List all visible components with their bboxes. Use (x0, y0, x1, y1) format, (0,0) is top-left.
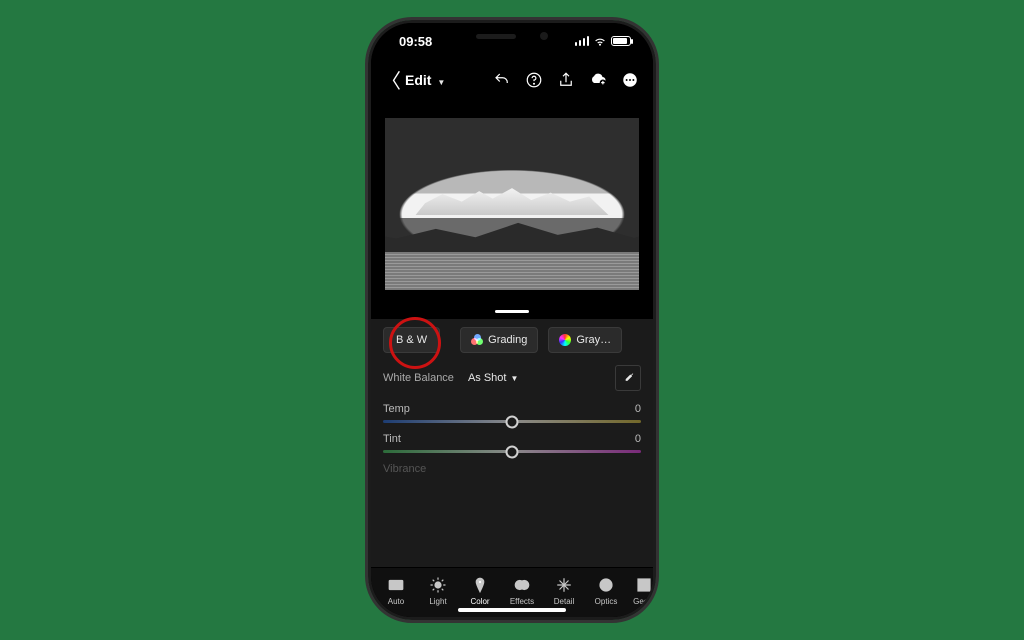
grading-button[interactable]: Grading (460, 327, 538, 353)
cloud-sync-button[interactable] (589, 71, 607, 89)
auto-icon (387, 576, 405, 594)
home-indicator[interactable] (458, 608, 566, 612)
phone-frame: 09:58 〈 Edit ▼ (368, 20, 656, 620)
edit-label: Edit (405, 72, 431, 88)
tint-value: 0 (635, 433, 641, 445)
tool-effects[interactable]: Effects (503, 576, 541, 611)
color-wheel-icon (559, 334, 571, 346)
tool-color[interactable]: Color (461, 576, 499, 611)
light-icon (429, 576, 447, 594)
tool-detail[interactable]: Detail (545, 576, 583, 611)
bw-toggle[interactable]: B & W (383, 327, 440, 353)
tool-optics[interactable]: Optics (587, 576, 625, 611)
tool-auto[interactable]: Auto (377, 576, 415, 611)
share-button[interactable] (557, 71, 575, 89)
color-icon (471, 576, 489, 594)
undo-button[interactable] (493, 71, 511, 89)
cellular-icon (575, 36, 590, 46)
eyedropper-button[interactable] (615, 365, 641, 391)
detail-icon (555, 576, 573, 594)
edit-dropdown[interactable]: Edit ▼ (405, 72, 445, 88)
grayscale-mix-button[interactable]: Gray… (548, 327, 622, 353)
temp-slider[interactable] (383, 420, 641, 423)
vibrance-label: Vibrance (383, 463, 641, 475)
temp-label: Temp (383, 403, 410, 415)
battery-icon (611, 36, 631, 46)
geometry-icon (635, 576, 653, 594)
phone-notch (447, 23, 577, 49)
help-button[interactable] (525, 71, 543, 89)
tool-light[interactable]: Light (419, 576, 457, 611)
optics-icon (597, 576, 615, 594)
status-time: 09:58 (399, 34, 432, 49)
more-button[interactable] (621, 71, 639, 89)
temp-value: 0 (635, 403, 641, 415)
back-button[interactable]: 〈 (381, 65, 401, 94)
photo-preview[interactable] (385, 118, 639, 290)
white-balance-dropdown[interactable]: As Shot▼ (468, 372, 518, 384)
tint-label: Tint (383, 433, 401, 445)
tool-geometry[interactable]: Geom (629, 576, 653, 611)
panel-drag-handle[interactable] (495, 310, 529, 313)
chevron-down-icon: ▼ (510, 374, 518, 383)
white-balance-label: White Balance (383, 372, 454, 384)
tint-slider[interactable] (383, 450, 641, 453)
chevron-down-icon: ▼ (437, 78, 445, 87)
app-header: 〈 Edit ▼ (371, 59, 653, 100)
wifi-icon (593, 34, 607, 48)
color-panel: B & W Grading Gray… White Ba (371, 319, 653, 567)
color-grading-icon (471, 334, 483, 346)
effects-icon (513, 576, 531, 594)
